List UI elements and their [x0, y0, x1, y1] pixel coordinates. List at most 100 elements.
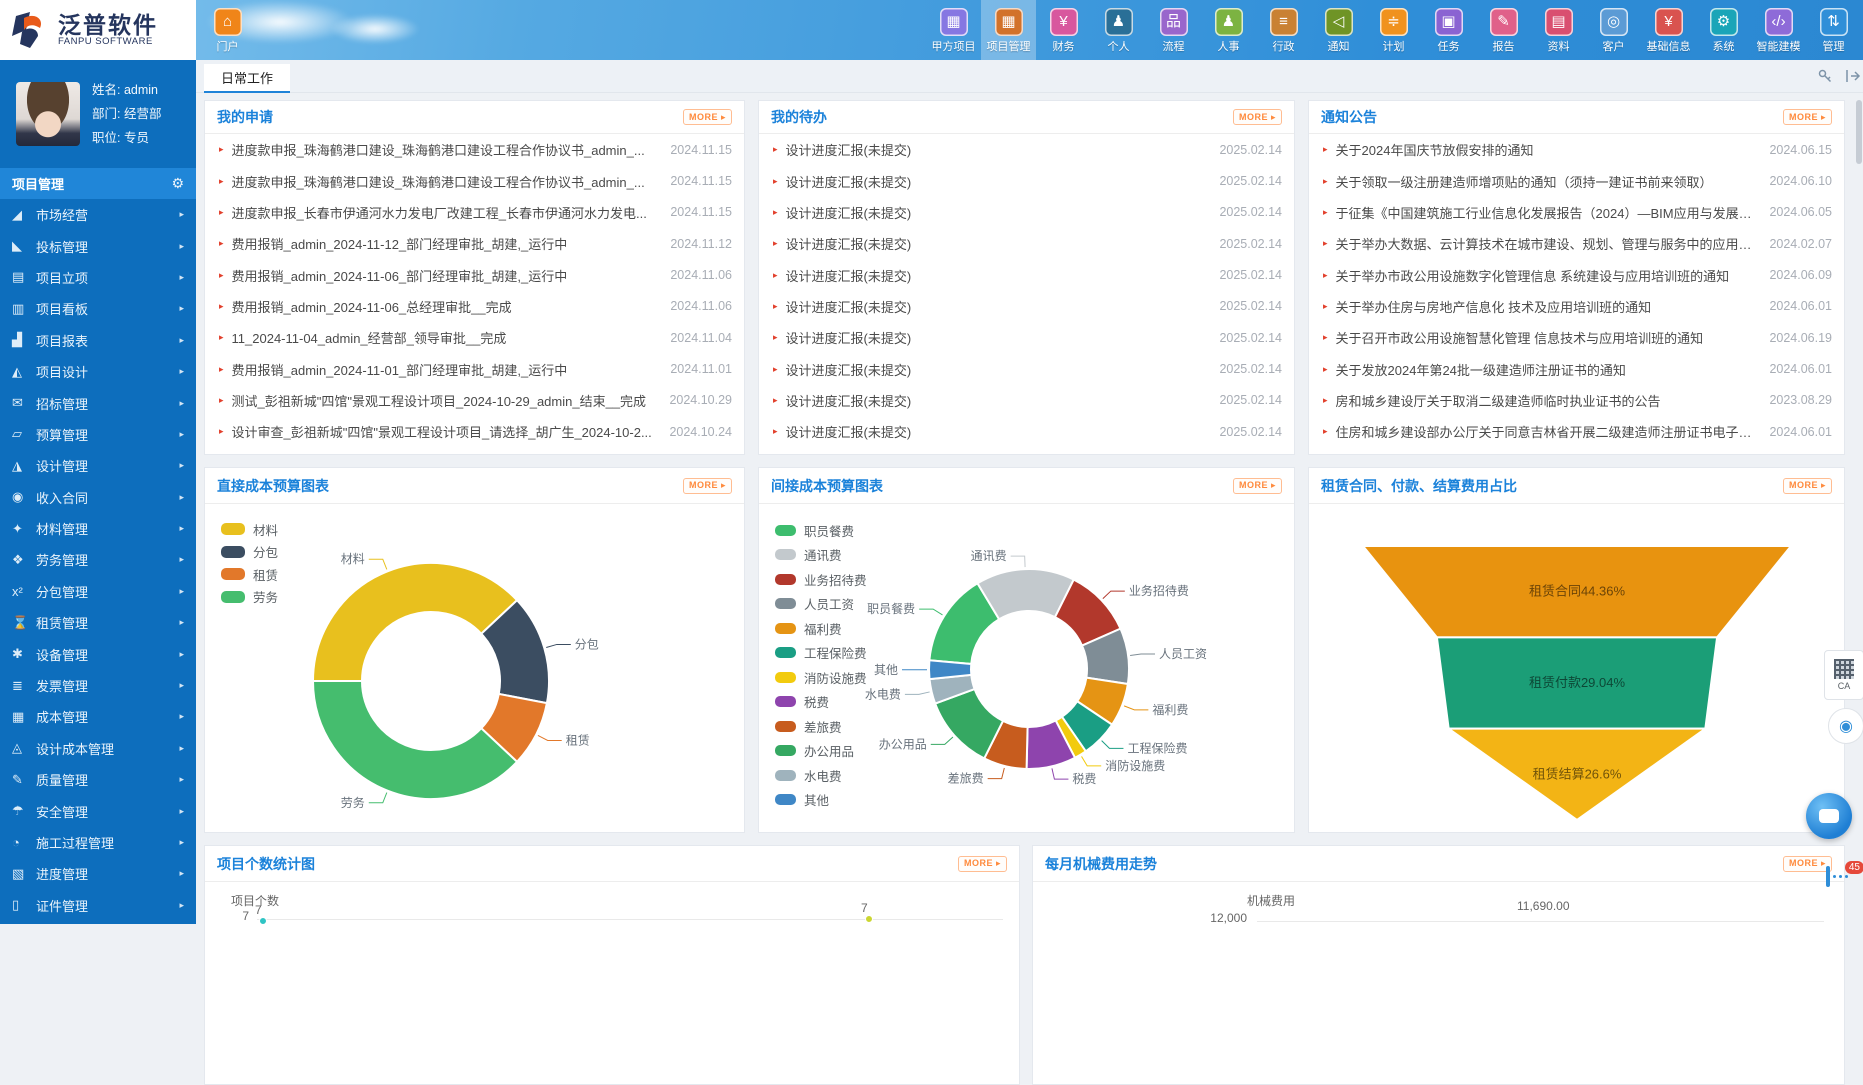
list-item[interactable]: ▸关于发放2024年第24批一级建造师注册证书的通知2024.06.01 [1309, 353, 1844, 384]
legend-item-材料[interactable]: 材料 [221, 518, 278, 541]
nav-item-report[interactable]: ✎报告 [1476, 0, 1531, 60]
sidebar-item-project-design[interactable]: ◭项目设计▸ [0, 356, 196, 387]
list-item[interactable]: ▸关于领取一级注册建造师增项贴的通知（须持一建证书前来领取）2024.06.10 [1309, 165, 1844, 196]
sidebar-item-design-management[interactable]: ◮设计管理▸ [0, 450, 196, 481]
nav-item-administration[interactable]: ≡行政 [1256, 0, 1311, 60]
list-item[interactable]: ▸关于举办住房与房地产信息化 技术及应用培训班的通知2024.06.01 [1309, 291, 1844, 322]
legend-item-福利费[interactable]: 福利费 [775, 616, 867, 641]
nav-item-portal[interactable]: ⌂门户 [200, 0, 255, 60]
more-button[interactable]: MORE ▸ [1783, 109, 1832, 125]
nav-item-customer[interactable]: ◎客户 [1586, 0, 1641, 60]
list-item[interactable]: ▸关于举办市政公用设施数字化管理信息 系统建设与应用培训班的通知2024.06.… [1309, 259, 1844, 290]
sidebar-item-bidding[interactable]: ◣投标管理▸ [0, 230, 196, 261]
sidebar-item-material-management[interactable]: ✦材料管理▸ [0, 513, 196, 544]
list-item[interactable]: ▸费用报销_admin_2024-11-01_部门经理审批_胡建,_运行中202… [205, 353, 744, 384]
list-item[interactable]: ▸费用报销_admin_2024-11-12_部门经理审批_胡建,_运行中202… [205, 228, 744, 259]
sidebar-item-market[interactable]: ◢市场经营▸ [0, 199, 196, 230]
nav-item-base-info[interactable]: ¥基础信息 [1641, 0, 1696, 60]
more-button[interactable]: MORE ▸ [1783, 856, 1832, 872]
legend-item-其他[interactable]: 其他 [775, 788, 867, 813]
nav-item-project-management[interactable]: ▦项目管理 [981, 0, 1036, 60]
legend-item-工程保险费[interactable]: 工程保险费 [775, 641, 867, 666]
list-item[interactable]: ▸房和城乡建设厅关于取消二级建造师临时执业证书的公告2023.08.29 [1309, 385, 1844, 416]
sidebar-item-safety-management[interactable]: ☂安全管理▸ [0, 795, 196, 826]
list-item[interactable]: ▸测试_彭祖新城"四馆"景观工程设计项目_2024-10-29_admin_结束… [205, 385, 744, 416]
list-item[interactable]: ▸住房和城乡建设部办公厅关于同意吉林省开展二级建造师注册证书电子化试点...20… [1309, 416, 1844, 447]
sidebar-item-budget-management[interactable]: ▱预算管理▸ [0, 419, 196, 450]
messages-button[interactable]: 45 [1826, 868, 1862, 902]
list-item[interactable]: ▸设计进度汇报(未提交)2025.02.14 [759, 134, 1294, 165]
legend-item-差旅费[interactable]: 差旅费 [775, 714, 867, 739]
sidebar-item-project-reports[interactable]: ▟项目报表▸ [0, 325, 196, 356]
list-item[interactable]: ▸设计进度汇报(未提交)2025.02.14 [759, 322, 1294, 353]
sidebar-item-cost-management[interactable]: ▦成本管理▸ [0, 701, 196, 732]
legend-item-水电费[interactable]: 水电费 [775, 763, 867, 788]
nav-item-client-projects[interactable]: ▦甲方项目 [926, 0, 981, 60]
nav-item-workflow[interactable]: 品流程 [1146, 0, 1201, 60]
nav-item-hr[interactable]: ♟人事 [1201, 0, 1256, 60]
legend-item-税费[interactable]: 税费 [775, 690, 867, 715]
sidebar-item-project-kanban[interactable]: ▥项目看板▸ [0, 293, 196, 324]
list-item[interactable]: ▸设计进度汇报(未提交)2025.02.14 [759, 197, 1294, 228]
scrollbar-thumb[interactable] [1856, 100, 1862, 164]
sidebar-section-project-management[interactable]: 项目管理 ⚙ [0, 168, 196, 199]
sidebar-item-certificate-management[interactable]: ▯证件管理▸ [0, 890, 196, 921]
sidebar-item-construction-process[interactable]: ◔施工过程管理▸ [0, 827, 196, 858]
list-item[interactable]: ▸进度款申报_珠海鹤港口建设_珠海鹤港口建设工程合作协议书_admin_...2… [205, 165, 744, 196]
list-item[interactable]: ▸设计进度汇报(未提交)2025.02.14 [759, 165, 1294, 196]
list-item[interactable]: ▸设计进度汇报(未提交)2025.02.14 [759, 353, 1294, 384]
sidebar-item-project-initiation[interactable]: ▤项目立项▸ [0, 262, 196, 293]
key-icon[interactable] [1817, 68, 1833, 89]
nav-item-management[interactable]: ⇅管理 [1806, 0, 1861, 60]
pie-slice-其他[interactable] [929, 660, 971, 679]
nav-item-documents[interactable]: ▤资料 [1531, 0, 1586, 60]
more-button[interactable]: MORE ▸ [958, 856, 1007, 872]
assistant-button[interactable] [1806, 793, 1852, 839]
qr-ca-widget[interactable]: CA [1824, 650, 1863, 700]
list-item[interactable]: ▸费用报销_admin_2024-11-06_部门经理审批_胡建,_运行中202… [205, 259, 744, 290]
more-button[interactable]: MORE ▸ [1783, 478, 1832, 494]
nav-item-finance[interactable]: ¥财务 [1036, 0, 1091, 60]
contact-widget[interactable]: ◉ [1828, 708, 1863, 744]
sidebar-item-labor-management[interactable]: ❖劳务管理▸ [0, 544, 196, 575]
list-item[interactable]: ▸设计进度汇报(未提交)2025.02.14 [759, 291, 1294, 322]
sidebar-item-design-cost-management[interactable]: ◬设计成本管理▸ [0, 733, 196, 764]
gear-icon[interactable]: ⚙ [171, 175, 184, 192]
list-item[interactable]: ▸于征集《中国建筑施工行业信息化发展报告（2024）—BIM应用与发展》材料..… [1309, 197, 1844, 228]
list-item[interactable]: ▸11_2024-11-04_admin_经营部_领导审批__完成2024.11… [205, 322, 744, 353]
list-item[interactable]: ▸费用报销_admin_2024-11-06_总经理审批__完成2024.11.… [205, 291, 744, 322]
more-button[interactable]: MORE ▸ [683, 478, 732, 494]
more-button[interactable]: MORE ▸ [1233, 109, 1282, 125]
nav-item-system[interactable]: ⚙系统 [1696, 0, 1751, 60]
sidebar-item-income-contract[interactable]: ◉收入合同▸ [0, 482, 196, 513]
pie-slice-材料[interactable] [313, 563, 517, 681]
nav-item-personal[interactable]: ♟个人 [1091, 0, 1146, 60]
legend-item-职员餐费[interactable]: 职员餐费 [775, 518, 867, 543]
list-item[interactable]: ▸关于2024年国庆节放假安排的通知2024.06.15 [1309, 134, 1844, 165]
data-point[interactable] [865, 915, 873, 923]
expand-icon[interactable] [1845, 68, 1861, 89]
sidebar-item-lease-management[interactable]: ⌛租赁管理▸ [0, 607, 196, 638]
sidebar-item-progress-management[interactable]: ▧进度管理▸ [0, 858, 196, 889]
list-item[interactable]: ▸设计审查_彭祖新城"四馆"景观工程设计项目_请选择_胡广生_2024-10-2… [205, 416, 744, 447]
nav-item-smart-modeling[interactable]: ‹/›智能建模 [1751, 0, 1806, 60]
list-item[interactable]: ▸进度款申报_珠海鹤港口建设_珠海鹤港口建设工程合作协议书_admin_...2… [205, 134, 744, 165]
legend-item-办公用品[interactable]: 办公用品 [775, 739, 867, 764]
list-item[interactable]: ▸设计进度汇报(未提交)2025.02.14 [759, 228, 1294, 259]
list-item[interactable]: ▸设计进度汇报(未提交)2025.02.14 [759, 416, 1294, 447]
legend-item-通讯费[interactable]: 通讯费 [775, 543, 867, 568]
tab-daily-work[interactable]: 日常工作 [204, 64, 290, 93]
legend-item-租赁[interactable]: 租赁 [221, 563, 278, 586]
sidebar-item-tender-management[interactable]: ✉招标管理▸ [0, 387, 196, 418]
more-button[interactable]: MORE ▸ [1233, 478, 1282, 494]
legend-item-人员工资[interactable]: 人员工资 [775, 592, 867, 617]
sidebar-item-invoice-management[interactable]: ≣发票管理▸ [0, 670, 196, 701]
legend-item-分包[interactable]: 分包 [221, 541, 278, 564]
list-item[interactable]: ▸设计进度汇报(未提交)2025.02.14 [759, 259, 1294, 290]
sidebar-item-subcontract-management[interactable]: x²分包管理▸ [0, 576, 196, 607]
list-item[interactable]: ▸设计进度汇报(未提交)2025.02.14 [759, 385, 1294, 416]
nav-item-plan[interactable]: ≑计划 [1366, 0, 1421, 60]
avatar[interactable] [16, 82, 80, 146]
list-item[interactable]: ▸关于举办大数据、云计算技术在城市建设、规划、管理与服务中的应用培训班...20… [1309, 228, 1844, 259]
sidebar-item-equipment-management[interactable]: ✱设备管理▸ [0, 638, 196, 669]
